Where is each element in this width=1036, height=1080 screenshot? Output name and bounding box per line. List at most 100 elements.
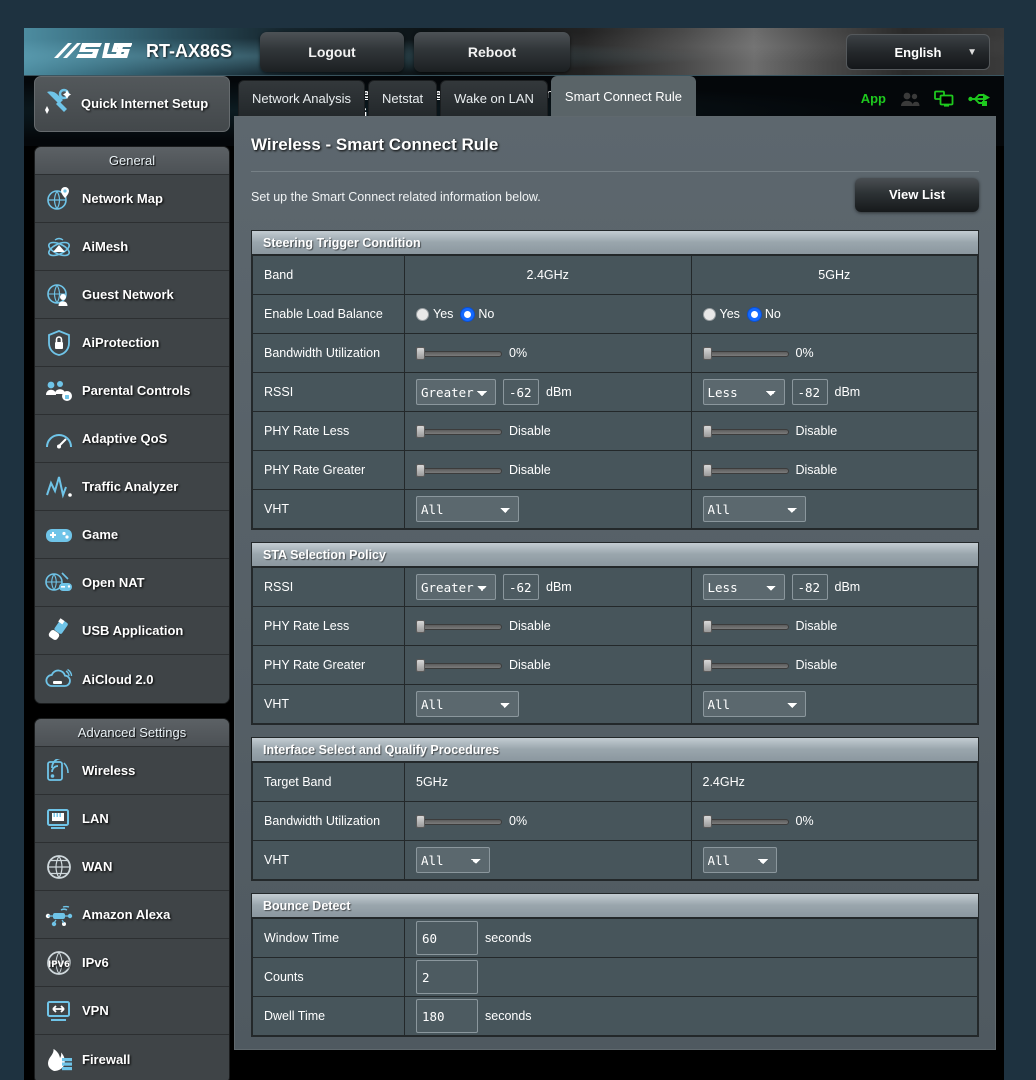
bandwidth-24-slider[interactable] [416,347,502,360]
dwell-time-input[interactable] [416,999,478,1033]
sidebar-item-ipv6[interactable]: IPV6IPv6 [35,939,229,987]
table-row: PHY Rate Greater Disable Disable [253,451,978,490]
sidebar-item-guest-network[interactable]: Guest Network [35,271,229,319]
rssi-24-unit: dBm [546,385,572,399]
window-time-input[interactable] [416,921,478,955]
bounce-detect-section: Bounce Detect Window Time seconds Counts [251,893,979,1037]
load-balance-5-no-label: No [765,307,781,321]
sta-rssi-24-operator-select[interactable]: GreaterLess [416,574,496,600]
reboot-button[interactable]: Reboot [414,32,570,72]
sidebar-item-usb-application[interactable]: USB Application [35,607,229,655]
rssi-24-operator-select[interactable]: GreaterLess [416,379,496,405]
sidebar-item-lan[interactable]: LAN [35,795,229,843]
asus-logo [52,41,132,67]
load-balance-24-yes-radio[interactable] [416,308,429,321]
tab-wake-on-lan[interactable]: Wake on LAN [440,80,548,116]
iface-vht-right-cell: AllAC onlyNot allowed [691,841,978,880]
row-label-vht-sta: VHT [253,685,405,724]
sta-phy-less-5-slider[interactable] [703,620,789,633]
sidebar-item-amazon-alexa[interactable]: Amazon Alexa [35,891,229,939]
table-row: Counts [253,958,978,997]
sta-rssi-5-operator-select[interactable]: GreaterLess [703,574,785,600]
iface-bandwidth-left-slider[interactable] [416,815,502,828]
chevron-down-icon: ▼ [967,35,977,71]
sidebar-item-network-map[interactable]: Network Map [35,175,229,223]
sta-phy-less-5-value: Disable [796,619,838,633]
sidebar-item-label: Game [82,527,118,542]
load-balance-5-no-radio[interactable] [748,308,761,321]
target-band-right-value: 2.4GHz [691,763,978,802]
iface-vht-left-select[interactable]: AllAC onlyNot allowed [416,847,490,873]
phy-less-24-slider[interactable] [416,425,502,438]
counts-cell [405,958,978,997]
rssi-24-cell: GreaterLess dBm [405,373,692,412]
window-time-cell: seconds [405,919,978,958]
row-label-rssi-steering: RSSI [253,373,405,412]
load-balance-5-yes-radio[interactable] [703,308,716,321]
sidebar-item-label: Network Map [82,191,163,206]
iface-bandwidth-right-slider[interactable] [703,815,789,828]
row-label-bandwidth-utilization-iface: Bandwidth Utilization [253,802,405,841]
sidebar-item-adaptive-qos[interactable]: Adaptive QoS [35,415,229,463]
rssi-24-value-input[interactable] [503,379,539,405]
iface-bw-right-cell: 0% [691,802,978,841]
vht-5-cell: AllAC onlyNot allowed [691,490,978,529]
sidebar-item-open-nat[interactable]: Open NAT [35,559,229,607]
window-time-unit: seconds [485,931,532,945]
vht-24-select[interactable]: AllAC onlyNot allowed [416,496,519,522]
tab-netstat[interactable]: Netstat [368,80,437,116]
phy-greater-5-slider[interactable] [703,464,789,477]
logout-button[interactable]: Logout [260,32,404,72]
load-balance-24-no-radio[interactable] [461,308,474,321]
speedometer-icon [45,425,73,453]
language-selector[interactable]: English ▼ [846,34,990,70]
sidebar-item-vpn[interactable]: VPN [35,987,229,1035]
rssi-5-value-input[interactable] [792,379,828,405]
row-label-target-band: Target Band [253,763,405,802]
parental-controls-icon [45,377,73,405]
sidebar-item-parental-controls[interactable]: Parental Controls [35,367,229,415]
phy-greater-24-slider[interactable] [416,464,502,477]
sta-phy-less-24-slider[interactable] [416,620,502,633]
sta-vht-24-select[interactable]: AllAC onlyNot allowed [416,691,519,717]
sta-phy-greater-24-value: Disable [509,658,551,672]
sidebar-item-wan[interactable]: WAN [35,843,229,891]
sidebar-item-firewall[interactable]: Firewall [35,1035,229,1080]
rssi-5-operator-select[interactable]: GreaterLess [703,379,785,405]
sta-phy-greater-24-slider[interactable] [416,659,502,672]
sidebar-item-aimesh[interactable]: AiMesh [35,223,229,271]
sidebar-item-traffic-analyzer[interactable]: Traffic Analyzer [35,463,229,511]
sidebar-item-label: Open NAT [82,575,145,590]
vht-5-select[interactable]: AllAC onlyNot allowed [703,496,806,522]
sidebar-item-aiprotection[interactable]: AiProtection [35,319,229,367]
sidebar-item-wireless[interactable]: Wireless [35,747,229,795]
load-balance-24-yes-label: Yes [433,307,453,321]
sidebar-item-game[interactable]: Game [35,511,229,559]
sidebar-item-label: Firewall [82,1052,130,1067]
alexa-icon [45,901,73,929]
sta-phy-greater-5-slider[interactable] [703,659,789,672]
bandwidth-5-slider[interactable] [703,347,789,360]
quick-internet-setup-button[interactable]: Quick Internet Setup [34,76,230,132]
gamepad-icon [45,521,73,549]
sta-vht-5-select[interactable]: AllAC onlyNot allowed [703,691,806,717]
bw-5-cell: 0% [691,334,978,373]
sta-rssi-5-value-input[interactable] [792,574,828,600]
view-list-button[interactable]: View List [855,178,979,212]
tab-strip: Network AnalysisNetstatWake on LANSmart … [234,76,996,116]
row-label-vht-steering: VHT [253,490,405,529]
sta-rssi-24-value-input[interactable] [503,574,539,600]
phy-less-5-slider[interactable] [703,425,789,438]
sta-rssi-24-cell: GreaterLess dBm [405,568,692,607]
table-row: Enable Load Balance Yes No [253,295,978,334]
counts-input[interactable] [416,960,478,994]
tab-network-analysis[interactable]: Network Analysis [238,80,365,116]
iface-vht-right-select[interactable]: AllAC onlyNot allowed [703,847,777,873]
iface-bandwidth-left-value: 0% [509,814,527,828]
iface-bw-left-cell: 0% [405,802,692,841]
sidebar-item-aicloud-2-0[interactable]: AiCloud 2.0 [35,655,229,703]
sidebar-item-label: Amazon Alexa [82,907,170,922]
tab-smart-connect-rule[interactable]: Smart Connect Rule [551,76,696,116]
ipv6-icon: IPV6 [45,949,73,977]
table-row: RSSI GreaterLess dBm GreaterLess [253,373,978,412]
